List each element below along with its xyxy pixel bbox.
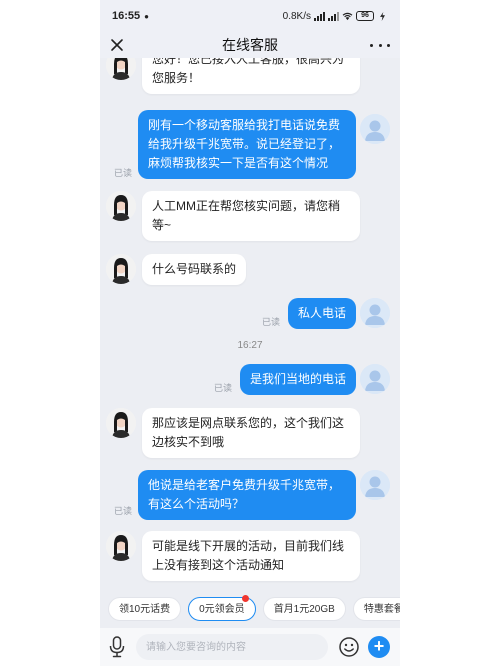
status-time: 16:55 [112, 10, 141, 22]
user-avatar [360, 364, 390, 394]
status-right: 0.8K/s 96 [283, 11, 388, 22]
agent-avatar [106, 191, 136, 221]
nav-bar: 在线客服 [100, 32, 400, 58]
close-icon[interactable] [108, 36, 126, 54]
chat-area[interactable]: 您好！您已接入人工客服，很高兴为您服务！ 已读 刚有一个移动客服给我打电话说免费… [100, 58, 400, 590]
user-avatar [360, 298, 390, 328]
message-bubble-user: 他说是给老客户免费升级千兆宽带，有这么个活动吗？ [138, 470, 356, 520]
add-plus-icon[interactable]: + [368, 636, 390, 658]
message-bubble-user: 是我们当地的电话 [239, 364, 356, 395]
more-options-icon[interactable] [370, 36, 390, 54]
status-dot: ● [144, 11, 149, 21]
input-bar: + [100, 628, 400, 666]
read-status: 已读 [214, 383, 233, 393]
message-bubble-agent: 人工MM正在帮您核实问题，请您稍等~ [142, 191, 360, 241]
agent-avatar [106, 58, 136, 80]
agent-avatar [106, 254, 136, 284]
user-avatar [360, 470, 390, 500]
wifi-icon [342, 12, 353, 20]
signal-2-icon [328, 11, 339, 21]
message-input[interactable] [136, 634, 328, 660]
phone-screen: 16:55 ● 0.8K/s 96 在线客服 您好！您已接入人工客服，很高兴为您… [100, 0, 400, 666]
quick-reply-chip[interactable]: 领10元话费 [108, 597, 182, 621]
signal-icon [314, 11, 325, 21]
quick-reply-label: 0元领会员 [199, 604, 245, 615]
emoji-icon[interactable] [338, 636, 360, 658]
message-bubble-agent: 您好！您已接入人工客服，很高兴为您服务！ [142, 58, 360, 94]
agent-avatar [106, 531, 136, 561]
user-avatar [360, 114, 390, 144]
network-speed: 0.8K/s [282, 10, 311, 22]
message-bubble-user: 刚有一个移动客服给我打电话说免费给我升级千兆宽带。说已经登记了，麻烦帮我核实一下… [138, 110, 356, 179]
read-status: 已读 [114, 506, 133, 516]
read-status: 已读 [114, 168, 133, 178]
read-status: 已读 [262, 317, 281, 327]
status-bar: 16:55 ● 0.8K/s 96 [100, 0, 400, 32]
status-left: 16:55 ● [112, 10, 149, 22]
charging-icon [380, 11, 385, 21]
time-separator: 16:27 [237, 340, 263, 351]
message-bubble-user: 私人电话 [287, 298, 356, 329]
notification-dot [241, 595, 249, 602]
message-bubble-agent: 可能是线下开展的活动，目前我们线上没有接到这个活动通知 [142, 531, 360, 581]
message-bubble-agent: 那应该是网点联系您的，这个我们这边核实不到哦 [142, 408, 360, 458]
quick-reply-chip[interactable]: 特惠套餐 [352, 597, 400, 621]
agent-avatar [106, 408, 136, 438]
battery-icon: 96 [356, 11, 374, 21]
page-title: 在线客服 [222, 37, 278, 53]
message-bubble-agent: 什么号码联系的 [142, 254, 247, 285]
quick-reply-chip-active[interactable]: 0元领会员 [188, 595, 256, 621]
quick-reply-chip[interactable]: 首月1元20GB [262, 597, 346, 621]
quick-reply-bar: 领10元话费 0元领会员 首月1元20GB 特惠套餐 [100, 592, 400, 626]
microphone-icon[interactable] [108, 636, 126, 658]
